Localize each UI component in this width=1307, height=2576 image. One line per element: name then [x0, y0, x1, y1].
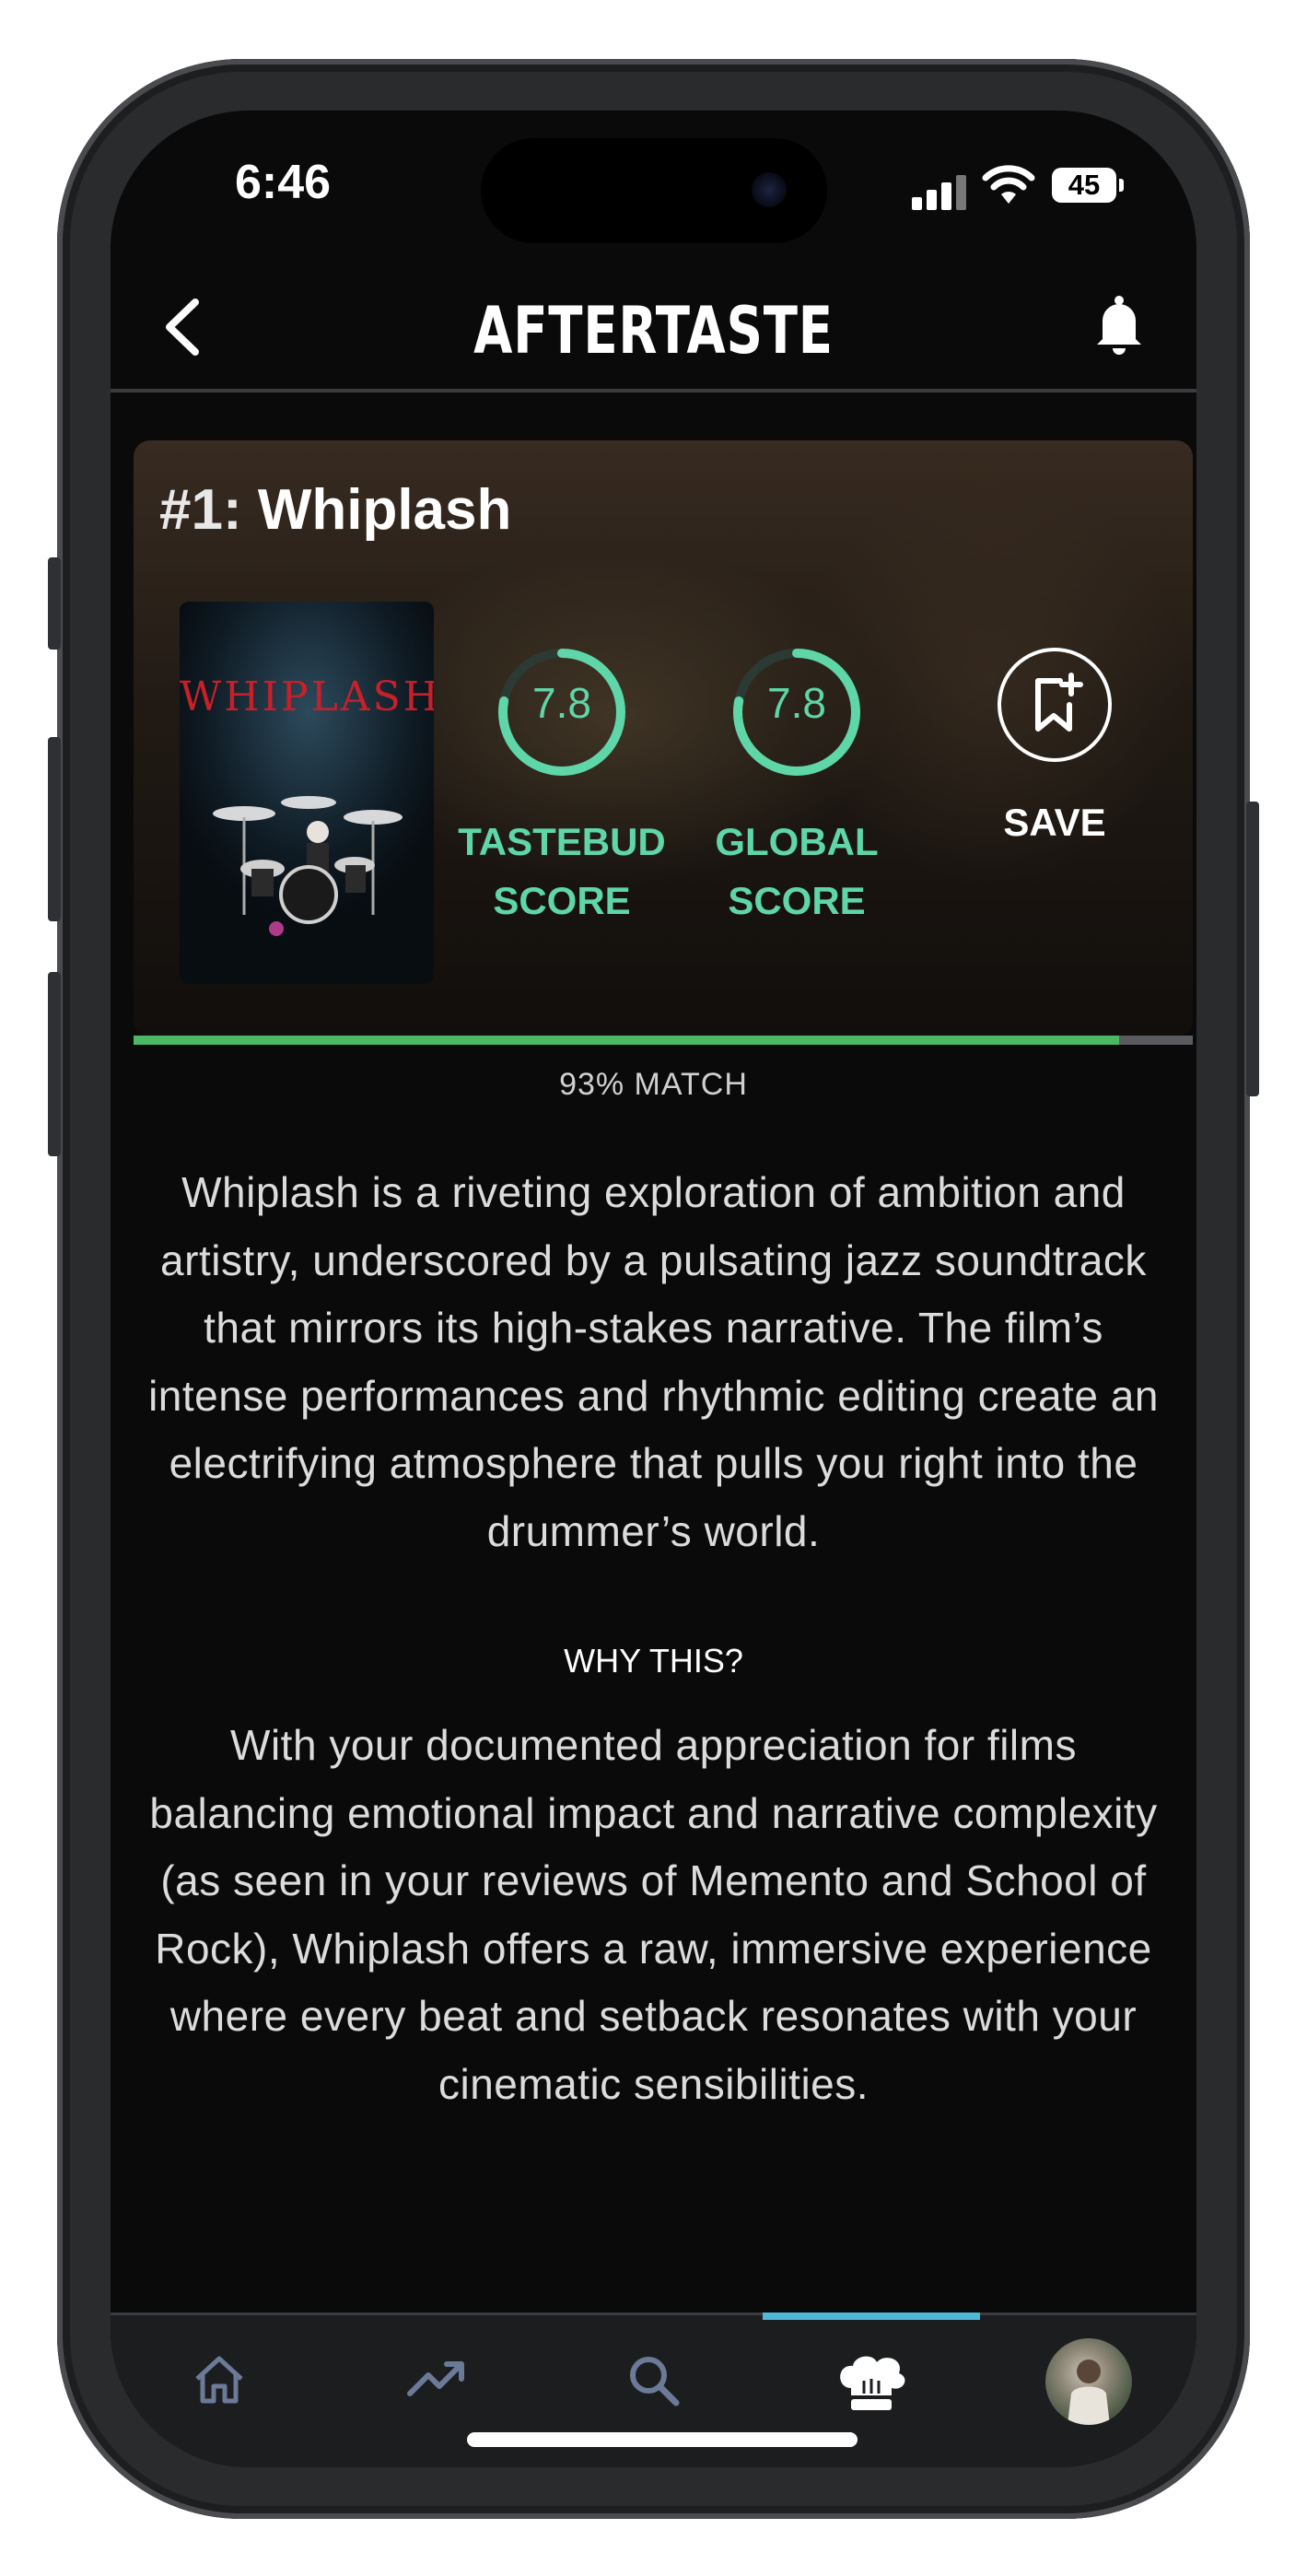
- global-label-line2: SCORE: [728, 879, 866, 922]
- poster-title: WHIPLASH: [180, 673, 434, 720]
- volume-up-button: [48, 737, 61, 921]
- signal-icon: [912, 173, 967, 210]
- tab-chef[interactable]: [763, 2313, 980, 2451]
- tastebud-label-line2: SCORE: [493, 879, 631, 922]
- screen: 6:46 45 AFTERTASTE #1: Whiplash WHIPLASH…: [111, 111, 1196, 2467]
- tastebud-score-ring: 7.8: [493, 643, 631, 781]
- movie-description: Whiplash is a riveting exploration of am…: [148, 1168, 1159, 1555]
- why-this-heading: WHY THIS?: [564, 1642, 743, 1680]
- tab-search[interactable]: [545, 2313, 763, 2451]
- chevron-left-icon[interactable]: [155, 295, 210, 359]
- bookmark-plus-icon[interactable]: [998, 648, 1112, 762]
- movie-title: Whiplash: [257, 478, 512, 542]
- movie-card[interactable]: #1: Whiplash WHIPLASH 7.8 TASTEBUD SCORE…: [134, 440, 1193, 1037]
- global-score-label: GLOBAL SCORE: [691, 813, 903, 931]
- dynamic-island: [481, 138, 827, 243]
- active-tab-indicator: [763, 2313, 980, 2320]
- power-button: [1246, 802, 1259, 1096]
- header-divider: [111, 389, 1196, 392]
- save-button[interactable]: SAVE: [990, 648, 1119, 845]
- tastebud-score-value: 7.8: [532, 679, 591, 727]
- match-progress-fill: [134, 1036, 1119, 1045]
- rank-number: #1:: [159, 478, 242, 542]
- app-title: AFTERTASTE: [473, 293, 834, 369]
- tab-home[interactable]: [111, 2313, 328, 2451]
- camera-icon: [752, 172, 787, 207]
- trending-up-icon: [407, 2361, 464, 2396]
- chef-hat-icon: [840, 2356, 905, 2410]
- volume-down-button: [48, 972, 61, 1156]
- status-bar: 6:46 45: [111, 111, 1196, 267]
- movie-heading: #1: Whiplash: [159, 477, 511, 543]
- drum-kit-icon: [213, 796, 403, 936]
- tastebud-label-line1: TASTEBUD: [458, 820, 666, 863]
- battery-icon: 45: [1052, 168, 1124, 203]
- save-label: SAVE: [1003, 801, 1106, 844]
- global-score: 7.8 GLOBAL SCORE: [691, 643, 903, 931]
- search-icon: [630, 2357, 680, 2406]
- action-button: [48, 557, 61, 650]
- movie-poster[interactable]: WHIPLASH: [180, 602, 434, 984]
- global-score-value: 7.8: [767, 679, 826, 727]
- tab-profile[interactable]: [980, 2313, 1196, 2451]
- match-percentage: 93% MATCH: [559, 1067, 748, 1102]
- home-indicator: [467, 2432, 858, 2447]
- avatar: [1045, 2338, 1132, 2425]
- status-time: 6:46: [235, 156, 332, 209]
- tastebud-score: 7.8 TASTEBUD SCORE: [456, 643, 668, 931]
- bell-icon[interactable]: [1090, 293, 1149, 357]
- why-this-text: With your documented appreciation for fi…: [149, 1721, 1158, 2108]
- wifi-icon: [982, 165, 1035, 204]
- global-label-line1: GLOBAL: [715, 820, 879, 863]
- tastebud-score-label: TASTEBUD SCORE: [456, 813, 668, 931]
- tab-trending[interactable]: [328, 2313, 545, 2451]
- home-icon: [195, 2356, 243, 2404]
- match-progress-bar: [134, 1036, 1193, 1045]
- app-header: AFTERTASTE: [111, 267, 1196, 387]
- global-score-ring: 7.8: [728, 643, 866, 781]
